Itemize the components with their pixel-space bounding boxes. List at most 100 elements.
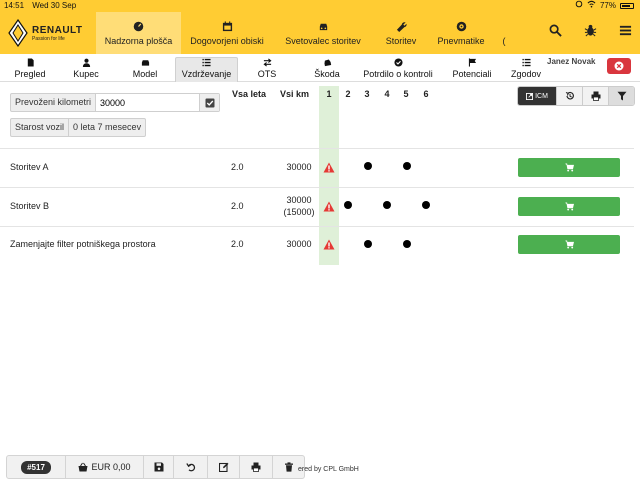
column-header-interval-4: 4 [384, 89, 390, 99]
column-header-km: Vsi km [280, 89, 310, 99]
service-km: 30000 [278, 161, 320, 173]
basket-total: EUR 0,00 [91, 462, 131, 472]
main-nav: Nadzorna plošča Dogovorjeni obiski Sveto… [96, 12, 515, 54]
nav-item-tires[interactable]: Pnevmatike [429, 12, 493, 54]
cart-icon [564, 163, 574, 172]
warning-icon [323, 201, 335, 212]
undo-icon [185, 463, 195, 472]
warning-icon [323, 239, 335, 250]
brand-logo[interactable]: RENAULT Passion for life [8, 16, 94, 50]
user-icon [82, 58, 90, 67]
order-number-badge: #517 [21, 460, 51, 474]
check-circle-icon [393, 58, 403, 67]
nav-item-more[interactable]: ( [493, 12, 515, 54]
sync-icon [575, 0, 583, 12]
add-to-cart-button[interactable] [518, 197, 620, 216]
mileage-confirm-button[interactable] [199, 94, 220, 111]
service-name: Storitev B [10, 201, 50, 211]
basket-button[interactable]: EUR 0,00 [65, 456, 143, 478]
car-front-icon [319, 23, 327, 30]
icm-button[interactable]: ICM [518, 87, 556, 105]
menu-icon[interactable] [619, 24, 632, 42]
service-years: 2.0 [231, 201, 244, 211]
tab-label: Potrdilo o kontroli [363, 69, 433, 79]
print-icon [591, 91, 600, 101]
tab-overview[interactable]: Pregled [8, 57, 52, 82]
checkbox-check-icon [205, 98, 215, 107]
service-years: 2.0 [231, 239, 244, 249]
top-actions [549, 12, 632, 54]
wifi-icon [587, 0, 596, 12]
blank-icon [499, 21, 510, 32]
exchange-icon [262, 58, 272, 67]
tab-model[interactable]: Model [126, 57, 164, 82]
add-to-cart-button[interactable] [518, 235, 620, 254]
close-icon [614, 61, 624, 71]
add-to-cart-button[interactable] [518, 158, 620, 177]
nav-item-label: Svetovalec storitev [285, 35, 361, 46]
print-icon [251, 462, 261, 472]
tab-ots[interactable]: OTS [252, 57, 282, 82]
service-km: 30000 [278, 238, 320, 250]
save-button[interactable] [143, 456, 173, 478]
order-number-button[interactable]: #517 [7, 456, 65, 478]
history-button[interactable] [556, 87, 582, 105]
tab-label: OTS [257, 69, 277, 79]
basket-icon [78, 462, 88, 472]
column-header-interval-1: 1 [326, 89, 332, 99]
row-divider [0, 187, 634, 188]
tab-history[interactable]: Zgodov [510, 57, 542, 82]
vehicle-age-label: Starost vozil [11, 119, 70, 136]
document-icon [27, 58, 34, 67]
tab-label: Potenciali [452, 69, 492, 79]
car-icon [141, 60, 149, 66]
close-vehicle-button[interactable] [607, 58, 631, 74]
mileage-field-group: Prevoženi kilometri [10, 93, 221, 112]
icm-label: ICM [535, 92, 548, 100]
status-time: 14:51 [4, 1, 25, 10]
external-link-icon [526, 92, 534, 100]
filter-button[interactable] [608, 87, 634, 105]
edit-button[interactable] [207, 456, 239, 478]
bug-icon[interactable] [584, 24, 597, 42]
tab-potentials[interactable]: Potenciali [450, 57, 494, 82]
bottom-toolbar: #517 EUR 0,00 [6, 455, 305, 479]
warning-icon [323, 162, 335, 173]
nav-item-label: Pnevmatike [437, 35, 485, 46]
undo-button[interactable] [173, 456, 207, 478]
tab-label: Kupec [73, 69, 99, 79]
service-km-value: 30000 [286, 162, 312, 172]
mileage-label: Prevoženi kilometri [11, 94, 97, 111]
nav-item-label: Nadzorna plošča [104, 35, 173, 46]
interval-dot [364, 162, 372, 170]
service-km-value: 30000 [286, 239, 312, 249]
tab-label: Vzdrževanje [181, 69, 232, 79]
interval-dot [403, 240, 411, 248]
search-icon[interactable] [549, 24, 562, 42]
column-header-interval-2: 2 [345, 89, 351, 99]
vehicle-age-value: 0 leta 7 mesecev [73, 122, 142, 132]
save-icon [154, 462, 163, 472]
mileage-input[interactable] [96, 94, 200, 111]
list-icon [202, 58, 211, 67]
current-user-name: Janez Novak [547, 57, 596, 66]
car-crash-icon [323, 59, 331, 67]
interval-dot [344, 201, 352, 209]
tab-damage[interactable]: Škoda [310, 57, 344, 82]
nav-item-dashboard[interactable]: Nadzorna plošča [96, 12, 181, 54]
nav-item-service[interactable]: Storitev [373, 12, 429, 54]
tab-inspection-certificate[interactable]: Potrdilo o kontroli [361, 57, 435, 82]
cart-icon [564, 202, 574, 211]
print-order-button[interactable] [239, 456, 272, 478]
service-name: Storitev A [10, 162, 49, 172]
tab-customer[interactable]: Kupec [66, 57, 106, 82]
print-button[interactable] [582, 87, 608, 105]
tab-label: Pregled [14, 69, 46, 79]
status-date: Wed 30 Sep [32, 1, 77, 10]
service-km-value: 30000 [286, 195, 312, 205]
vehicle-tabs: Pregled Kupec Model Vzdrževanje OTS Škod… [0, 56, 640, 82]
nav-item-appointments[interactable]: Dogovorjeni obiski [181, 12, 273, 54]
tab-maintenance[interactable]: Vzdrževanje [175, 57, 238, 82]
nav-item-service-advisor[interactable]: Svetovalec storitev [273, 12, 373, 54]
flag-icon [468, 58, 476, 67]
